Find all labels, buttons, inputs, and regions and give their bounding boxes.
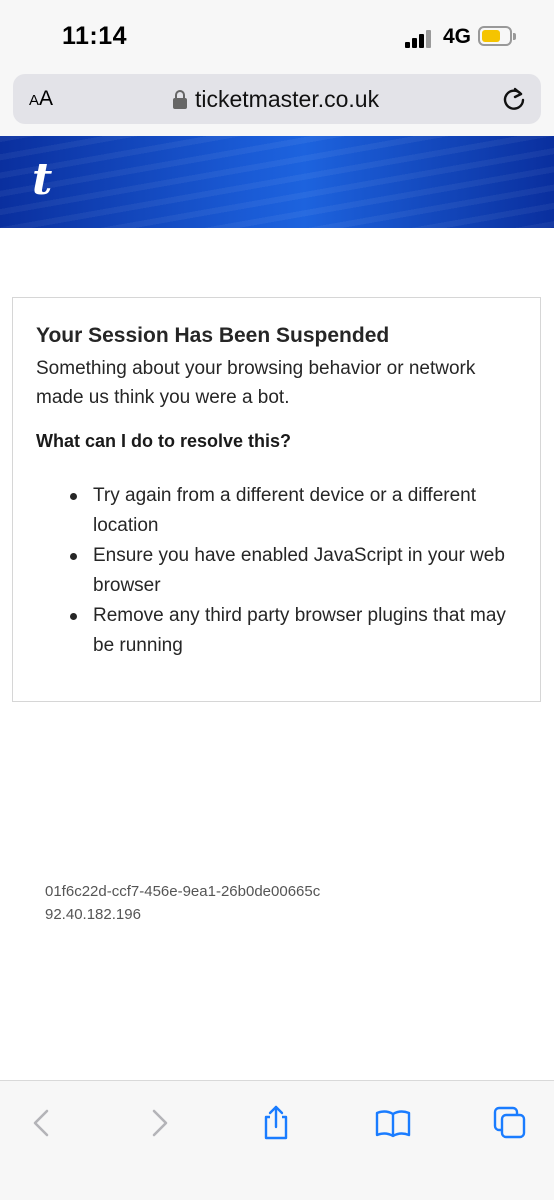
- card-message: Something about your browsing behavior o…: [36, 358, 476, 408]
- card-title: Your Session Has Been Suspended: [36, 324, 390, 347]
- back-icon[interactable]: [21, 1103, 61, 1143]
- status-bar: 11:14 4G: [0, 0, 554, 70]
- reload-icon[interactable]: [501, 86, 527, 112]
- list-item: Try again from a different device or a d…: [36, 481, 516, 541]
- status-time: 11:14: [62, 22, 128, 50]
- ip-address: 92.40.182.196: [45, 906, 141, 923]
- forward-icon[interactable]: [140, 1103, 180, 1143]
- suspension-card: Your Session Has Been Suspended Somethin…: [12, 297, 541, 702]
- bottom-toolbar: [0, 1080, 554, 1200]
- address-area: AA ticketmaster.co.uk: [0, 70, 554, 136]
- lock-icon: [173, 89, 187, 110]
- resolution-list: Try again from a different device or a d…: [36, 481, 516, 661]
- session-info: 01f6c22d-ccf7-456e-9ea1-26b0de00665c 92.…: [45, 880, 320, 926]
- url-text[interactable]: ticketmaster.co.uk: [195, 86, 379, 113]
- tabs-icon[interactable]: [490, 1103, 530, 1143]
- list-item: Remove any third party browser plugins t…: [36, 601, 516, 661]
- cellular-signal-icon: [405, 30, 433, 48]
- share-icon[interactable]: [256, 1103, 296, 1143]
- ticketmaster-logo[interactable]: t: [32, 154, 52, 205]
- session-id: 01f6c22d-ccf7-456e-9ea1-26b0de00665c: [45, 883, 321, 900]
- network-type: 4G: [443, 25, 472, 48]
- list-item: Ensure you have enabled JavaScript in yo…: [36, 541, 516, 601]
- bookmarks-icon[interactable]: [373, 1103, 413, 1143]
- address-bar[interactable]: AA ticketmaster.co.uk: [13, 74, 541, 124]
- text-size-button[interactable]: AA: [29, 87, 53, 111]
- card-subheading: What can I do to resolve this?: [36, 431, 292, 451]
- battery-icon: [478, 26, 516, 46]
- site-banner: t: [0, 136, 554, 228]
